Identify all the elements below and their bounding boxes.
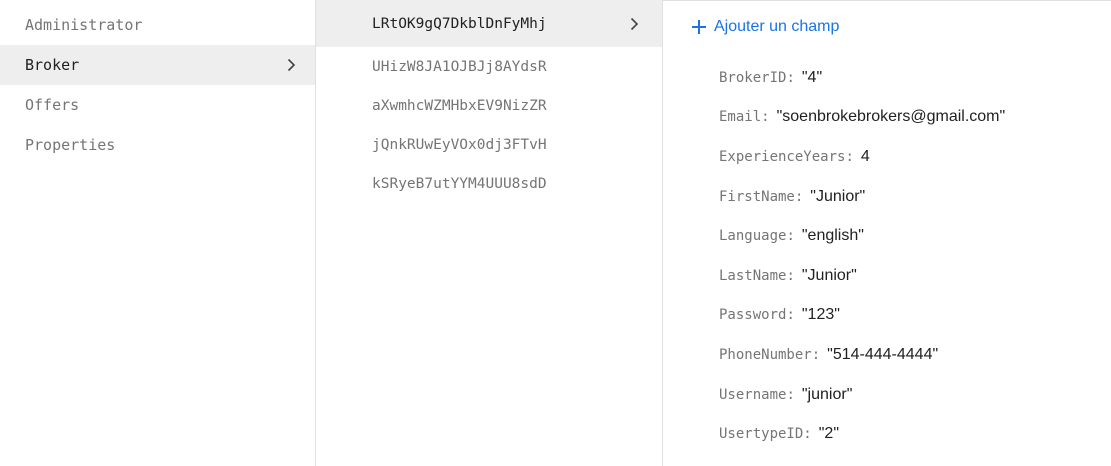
- field-separator: :: [786, 267, 795, 284]
- field-key: Password: [719, 307, 787, 324]
- field-separator: :: [761, 109, 770, 126]
- field-value: 4: [860, 147, 870, 165]
- document-item[interactable]: LRtOK9gQ7DkblDnFyMhj: [316, 0, 662, 47]
- field-value: "junior": [801, 385, 853, 403]
- field-value: "4": [801, 68, 823, 86]
- field-row-language[interactable]: Language: "english": [719, 216, 1005, 256]
- field-key: BrokerID: [719, 69, 787, 86]
- field-row-username[interactable]: Username: "junior": [719, 375, 1005, 415]
- field-key: Email: [719, 109, 762, 126]
- field-key: UsertypeID: [719, 426, 804, 443]
- field-row-email[interactable]: Email: "soenbrokebrokers@gmail.com": [719, 98, 1005, 138]
- chevron-right-icon: [628, 17, 640, 31]
- field-row-firstname[interactable]: FirstName: "Junior": [719, 177, 1005, 217]
- field-row-password[interactable]: Password: "123": [719, 296, 1005, 336]
- documents-list: LRtOK9gQ7DkblDnFyMhj UHizW8JA1OJBJj8AYds…: [316, 0, 662, 203]
- add-field-label: Ajouter un champ: [714, 18, 840, 35]
- field-separator: :: [786, 228, 795, 245]
- collection-label: Administrator: [25, 16, 143, 34]
- field-value: "english": [801, 227, 864, 245]
- collection-label: Broker: [25, 56, 80, 74]
- collection-label: Offers: [25, 96, 80, 114]
- field-value: "2": [818, 425, 839, 443]
- field-value: "Junior": [810, 187, 866, 205]
- field-value: "soenbrokebrokers@gmail.com": [776, 108, 1006, 126]
- field-key: PhoneNumber: [719, 346, 812, 363]
- document-item[interactable]: aXwmhcWZMHbxEV9NizZR: [316, 86, 662, 125]
- collection-item-properties[interactable]: Properties: [0, 125, 315, 165]
- fields-list: BrokerID: "4" Email: "soenbrokebrokers@gma…: [719, 58, 1005, 454]
- document-id: kSRyeB7utYYM4UUU8sdD: [372, 175, 547, 192]
- document-id: LRtOK9gQ7DkblDnFyMhj: [372, 15, 547, 32]
- field-separator: :: [786, 307, 795, 324]
- field-value: "514-444-4444": [827, 345, 939, 363]
- plus-icon: [692, 20, 706, 34]
- document-item[interactable]: jQnkRUwEyVOx0dj3FTvH: [316, 125, 662, 164]
- field-row-lastname[interactable]: LastName: "Junior": [719, 256, 1005, 296]
- document-item[interactable]: UHizW8JA1OJBJj8AYdsR: [316, 47, 662, 86]
- field-key: FirstName: [719, 188, 795, 205]
- collections-list: Administrator Broker Offers Properties: [0, 0, 315, 165]
- field-key: LastName: [719, 267, 787, 284]
- field-row-phonenumber[interactable]: PhoneNumber: "514-444-4444": [719, 335, 1005, 375]
- document-id: jQnkRUwEyVOx0dj3FTvH: [372, 136, 547, 153]
- collections-column: Administrator Broker Offers Properties: [0, 0, 316, 466]
- documents-column: LRtOK9gQ7DkblDnFyMhj UHizW8JA1OJBJj8AYds…: [316, 0, 663, 466]
- document-item[interactable]: kSRyeB7utYYM4UUU8sdD: [316, 164, 662, 203]
- field-value: "Junior": [801, 266, 857, 284]
- field-separator: :: [786, 386, 795, 403]
- field-value: "123": [801, 306, 840, 324]
- add-field-button[interactable]: Ajouter un champ: [690, 18, 839, 36]
- field-row-usertypeid[interactable]: UsertypeID: "2": [719, 414, 1005, 454]
- collection-item-broker[interactable]: Broker: [0, 45, 315, 85]
- field-key: Username: [719, 386, 787, 403]
- collection-item-administrator[interactable]: Administrator: [0, 5, 315, 45]
- field-separator: :: [794, 188, 804, 205]
- collection-item-offers[interactable]: Offers: [0, 85, 315, 125]
- chevron-right-icon: [285, 58, 297, 72]
- document-id: UHizW8JA1OJBJj8AYdsR: [372, 58, 547, 75]
- firestore-data-viewer: Administrator Broker Offers Properties L…: [0, 0, 1111, 466]
- field-row-brokerid[interactable]: BrokerID: "4": [719, 58, 1005, 98]
- field-separator: :: [786, 69, 795, 86]
- collection-label: Properties: [25, 136, 116, 154]
- field-separator: :: [811, 346, 821, 363]
- field-separator: :: [845, 148, 854, 165]
- field-key: ExperienceYears: [719, 148, 846, 165]
- document-id: aXwmhcWZMHbxEV9NizZR: [372, 97, 547, 114]
- field-key: Language: [719, 228, 787, 245]
- field-separator: :: [803, 426, 812, 443]
- field-row-experienceyears[interactable]: ExperienceYears:4: [719, 137, 1005, 177]
